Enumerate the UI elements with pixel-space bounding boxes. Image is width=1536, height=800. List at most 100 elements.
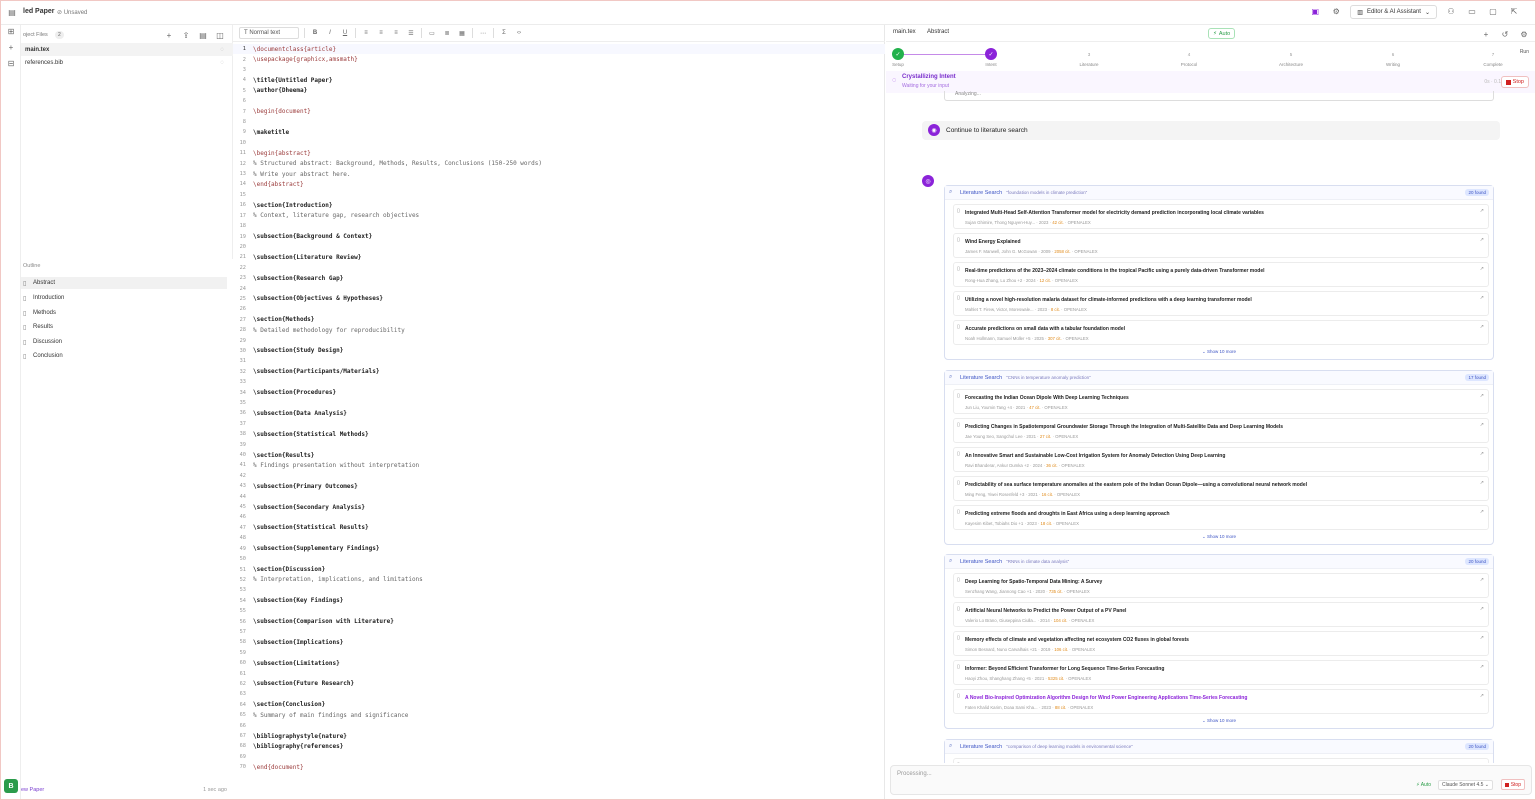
external-link-icon[interactable]: ↗ (1480, 237, 1484, 243)
paper-title[interactable]: A Novel Bio-Inspired Optimization Algori… (965, 695, 1247, 701)
more-icon[interactable]: ⋯ (478, 30, 488, 37)
paper-result[interactable]: ▯ Forecasting the Indian Ocean Dipole Wit… (953, 389, 1489, 414)
table-icon[interactable]: ▦ (457, 30, 467, 37)
code-line[interactable]: 22 (233, 263, 885, 273)
code-line[interactable]: 19 \subsection{Background & Context} (233, 231, 885, 241)
settings-icon[interactable]: ⚙ (1517, 28, 1531, 42)
code-line[interactable]: 25 \subsection{Objectives & Hypotheses} (233, 294, 885, 304)
align-left-icon[interactable]: ≡ (361, 30, 371, 36)
code-line[interactable]: 12 % Structured abstract: Background, Met… (233, 158, 885, 168)
code-line[interactable]: 27 \section{Methods} (233, 315, 885, 325)
paper-title[interactable]: Predicting extreme floods and droughts i… (965, 511, 1170, 517)
stop-button[interactable]: Stop (1500, 76, 1529, 88)
code-line[interactable]: 36 \subsection{Data Analysis} (233, 408, 885, 418)
code-line[interactable]: 65 % Summary of main findings and signifi… (233, 710, 885, 720)
literature-search-header[interactable]: ⌕ Literature Search "CNNs in temperature a… (945, 371, 1493, 385)
plus-icon[interactable]: + (4, 41, 18, 55)
code-line[interactable]: 3 (233, 65, 885, 75)
paper-result[interactable]: ▯ A Novel Bio-Inspired Optimization Algor… (953, 689, 1489, 714)
paper-result[interactable]: ▯ Utilizing a novel high-resolution malar… (953, 291, 1489, 316)
code-line[interactable]: 1 \documentclass{article} (233, 44, 885, 55)
literature-search-header[interactable]: ⌕ Literature Search "RNNs in climate data … (945, 555, 1493, 569)
new-chat-icon[interactable]: + (1479, 28, 1493, 42)
code-line[interactable]: 18 (233, 221, 885, 231)
code-line[interactable]: 28 % Detailed methodology for reproducibi… (233, 325, 885, 335)
code-line[interactable]: 35 (233, 398, 885, 408)
code-line[interactable]: 15 (233, 190, 885, 200)
model-select[interactable]: Claude Sonnet 4.5 ⌄ (1437, 780, 1493, 790)
code-line[interactable]: 20 (233, 242, 885, 252)
settings-icon[interactable]: ⚙ (1329, 5, 1343, 19)
show-more-button[interactable]: ⌄ Show 10 more (945, 345, 1493, 359)
code-line[interactable]: 33 (233, 377, 885, 387)
bold-icon[interactable]: B (310, 30, 320, 36)
outline-item-methods[interactable]: ▯ Methods (21, 307, 227, 319)
code-line[interactable]: 48 (233, 533, 885, 543)
paper-title[interactable]: Memory effects of climate and vegetation… (965, 637, 1189, 643)
code-line[interactable]: 21 \subsection{Literature Review} (233, 252, 885, 262)
paper-result[interactable]: ▯ Real-time predictions of the 2023–2024 … (953, 262, 1489, 287)
paper-title[interactable]: Utilizing a novel high-resolution malari… (965, 297, 1252, 303)
external-link-icon[interactable]: ↗ (1480, 480, 1484, 486)
external-link-icon[interactable]: ↗ (1480, 762, 1484, 763)
external-link-icon[interactable]: ↗ (1480, 635, 1484, 641)
document-title[interactable]: led Paper (23, 8, 55, 15)
code-line[interactable]: 51 \section{Discussion} (233, 564, 885, 574)
code-line[interactable]: 66 (233, 720, 885, 730)
code-line[interactable]: 54 \subsection{Key Findings} (233, 596, 885, 606)
paper-title[interactable]: Wind Energy Explained (965, 239, 1021, 245)
text-style-select[interactable]: T Normal text (239, 27, 299, 39)
code-line[interactable]: 5 \author{Dheema} (233, 86, 885, 96)
code-line[interactable]: 34 \subsection{Procedures} (233, 387, 885, 397)
sigma-icon[interactable]: Σ (499, 30, 509, 36)
tab-main-tex[interactable]: main.tex (893, 29, 916, 35)
paper-result[interactable]: ▯ Predicting extreme floods and droughts … (953, 505, 1489, 530)
align-center-icon[interactable]: ≡ (376, 30, 386, 36)
history-icon[interactable]: ↺ (1498, 28, 1512, 42)
paper-result[interactable]: ▯Fractional Brownian Motions, Fractional… (953, 758, 1489, 763)
share-icon[interactable]: ⇱ (1507, 5, 1521, 19)
show-more-button[interactable]: ⌄ Show 10 more (945, 714, 1493, 728)
external-link-icon[interactable]: ↗ (1480, 606, 1484, 612)
code-line[interactable]: 10 (233, 138, 885, 148)
outline-item-results[interactable]: ▯ Results (21, 321, 227, 333)
chat-thread[interactable]: Analyzing... ◉ Continue to literature se… (886, 91, 1535, 763)
code-line[interactable]: 9 \maketitle (233, 127, 885, 137)
outline-item-abstract[interactable]: ▯ Abstract (21, 277, 227, 289)
code-line[interactable]: 16 \section{Introduction} (233, 200, 885, 210)
code-line[interactable]: 30 \subsection{Study Design} (233, 346, 885, 356)
paper-title[interactable]: Deep Learning for Spatio-Temporal Data M… (965, 579, 1102, 585)
file-options-icon[interactable]: ◌ (220, 47, 224, 53)
outline-item-discussion[interactable]: ▯ Discussion (21, 336, 227, 348)
code-line[interactable]: 11 \begin{abstract} (233, 148, 885, 158)
external-link-icon[interactable]: ↗ (1480, 208, 1484, 214)
external-link-icon[interactable]: ↗ (1480, 693, 1484, 699)
composer-stop-button[interactable]: Stop (1500, 779, 1525, 790)
external-link-icon[interactable]: ↗ (1480, 393, 1484, 399)
code-line[interactable]: 40 \section{Results} (233, 450, 885, 460)
external-link-icon[interactable]: ↗ (1480, 451, 1484, 457)
code-line[interactable]: 31 (233, 356, 885, 366)
step-setup[interactable]: ✓ Setup (878, 48, 918, 67)
code-line[interactable]: 56 \subsection{Comparison with Literature… (233, 616, 885, 626)
code-line[interactable]: 14 \end{abstract} (233, 179, 885, 189)
paper-result[interactable]: ▯ Predictability of sea surface temperatu… (953, 476, 1489, 501)
code-line[interactable]: 64 \section{Conclusion} (233, 700, 885, 710)
code-line[interactable]: 60 \subsection{Limitations} (233, 658, 885, 668)
chat-composer[interactable]: Processing... ⚡ Auto Claude Sonnet 4.5 ⌄… (890, 765, 1532, 795)
run-label[interactable]: Run (1520, 49, 1529, 55)
code-line[interactable]: 49 \subsection{Supplementary Findings} (233, 544, 885, 554)
code-line[interactable]: 26 (233, 304, 885, 314)
view-mode-select[interactable]: ▥ Editor & AI Assistant ⌄ (1350, 5, 1437, 19)
paper-title[interactable]: Predicting Changes in Spatiotemporal Gro… (965, 424, 1283, 430)
code-line[interactable]: 38 \subsection{Statistical Methods} (233, 429, 885, 439)
document-icon[interactable]: ▣ (1308, 5, 1322, 19)
code-line[interactable]: 59 (233, 648, 885, 658)
code-line[interactable]: 37 (233, 419, 885, 429)
new-paper-link[interactable]: ew Paper (21, 787, 44, 793)
chat-icon[interactable]: ▢ (1486, 5, 1500, 19)
code-line[interactable]: 13 % Write your abstract here. (233, 169, 885, 179)
paper-result[interactable]: ▯ Artificial Neural Networks to Predict t… (953, 602, 1489, 627)
show-more-button[interactable]: ⌄ Show 10 more (945, 530, 1493, 544)
code-line[interactable]: 45 \subsection{Secondary Analysis} (233, 502, 885, 512)
